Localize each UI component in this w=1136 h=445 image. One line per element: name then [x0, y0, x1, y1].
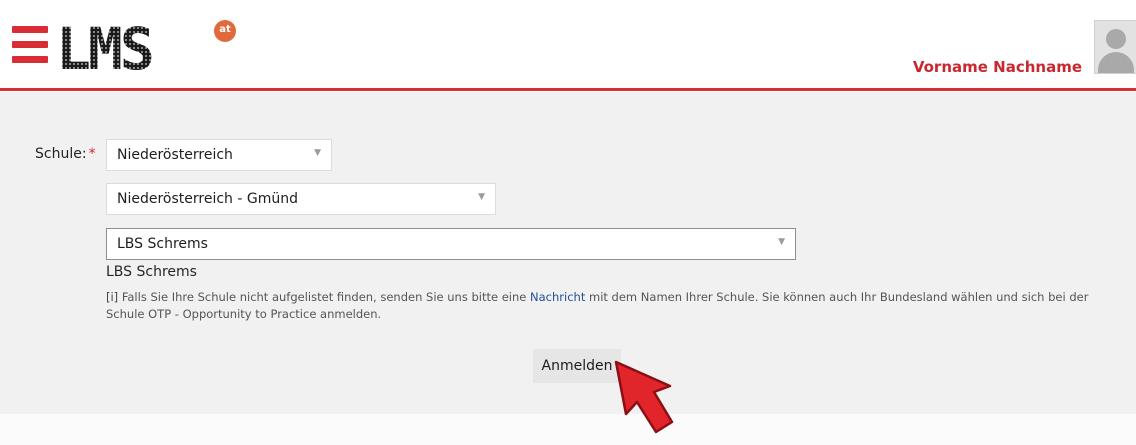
message-link[interactable]: Nachricht	[530, 290, 585, 304]
info-marker: [i]	[106, 290, 119, 304]
school-select-value: LBS Schrems	[117, 236, 208, 252]
selected-school-name: LBS Schrems	[106, 264, 197, 280]
mouse-pointer-icon	[614, 360, 674, 434]
top-header: LMS at Vorname Nachname	[0, 0, 1136, 92]
chevron-down-icon: ▼	[478, 192, 485, 202]
chevron-down-icon: ▼	[314, 148, 321, 158]
district-select-value: Niederösterreich - Gmünd	[117, 191, 298, 207]
menu-bar	[12, 41, 48, 48]
menu-bar	[12, 56, 48, 63]
required-marker: *	[88, 146, 96, 162]
info-text-before: Falls Sie Ihre Schule nicht aufgelistet …	[121, 290, 527, 304]
lms-logo[interactable]: LMS at	[56, 14, 238, 84]
info-message: [i] Falls Sie Ihre Schule nicht aufgelis…	[106, 289, 1106, 323]
state-select-value: Niederösterreich	[117, 147, 233, 163]
chevron-down-icon: ▼	[778, 237, 785, 247]
logo-text: LMS	[56, 15, 155, 83]
avatar-body	[1098, 52, 1134, 73]
pointer-shape	[614, 360, 674, 434]
district-select[interactable]: Niederösterreich - Gmünd ▼	[106, 183, 496, 215]
header-divider	[0, 88, 1136, 91]
school-select[interactable]: LBS Schrems ▼	[106, 228, 796, 260]
school-label-text: Schule:	[35, 146, 87, 162]
avatar-head	[1106, 29, 1126, 49]
school-field-label: Schule: *	[35, 146, 96, 162]
state-select[interactable]: Niederösterreich ▼	[106, 139, 332, 171]
hamburger-menu-icon[interactable]	[12, 26, 48, 66]
menu-bar	[12, 26, 48, 33]
user-avatar-icon[interactable]	[1094, 20, 1136, 74]
user-name-link[interactable]: Vorname Nachname	[913, 58, 1082, 76]
logo-badge: at	[214, 20, 236, 42]
